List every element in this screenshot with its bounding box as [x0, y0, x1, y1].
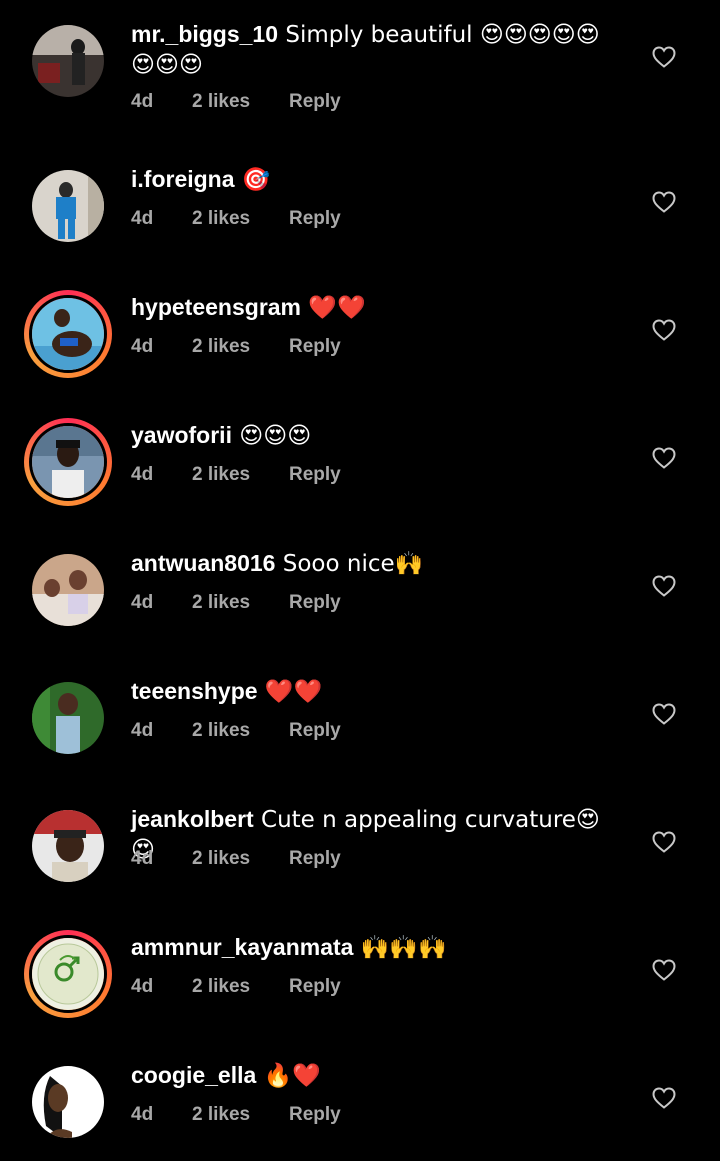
comment-item: hypeteensgram ❤️❤️ 4d 2 likes Reply	[0, 273, 720, 383]
comments-list: mr._biggs_10 Simply beautiful 😍😍😍😍😍😍😍😍 4…	[0, 0, 720, 1161]
comment-likes[interactable]: 2 likes	[192, 464, 250, 486]
comment-time: 4d	[131, 720, 154, 741]
heart-outline-icon[interactable]	[652, 1087, 676, 1109]
comment-item: antwuan8016 Sooo nice🙌 4d 2 likes Reply	[0, 529, 720, 639]
avatar[interactable]	[32, 682, 104, 754]
comment-time: 4d	[131, 91, 154, 112]
avatar-image	[32, 938, 104, 1010]
comment-text: antwuan8016 Sooo nice🙌	[131, 549, 620, 579]
avatar[interactable]	[32, 1066, 104, 1138]
comment-time: 4d	[131, 464, 154, 485]
comment-time: 4d	[131, 592, 154, 613]
comment-body: Sooo nice🙌	[275, 551, 424, 577]
reply-button[interactable]: Reply	[289, 464, 341, 486]
comment-body: ❤️❤️	[301, 295, 366, 321]
heart-outline-icon[interactable]	[652, 319, 676, 341]
comment-text: teeenshype ❤️❤️	[131, 677, 620, 707]
avatar[interactable]	[24, 930, 112, 1018]
comment-body: 😍😍😍	[231, 423, 312, 449]
comment-time: 4d	[131, 848, 154, 869]
comment-item: teeenshype ❤️❤️ 4d 2 likes Reply	[0, 657, 720, 767]
comment-likes[interactable]: 2 likes	[192, 208, 250, 230]
comment-username[interactable]: coogie_ella	[131, 1062, 256, 1088]
avatar[interactable]	[32, 810, 104, 882]
comment-item: coogie_ella 🔥❤️ 4d 2 likes Reply	[0, 1041, 720, 1151]
comment-likes[interactable]: 2 likes	[192, 976, 250, 998]
comment-username[interactable]: antwuan8016	[131, 550, 275, 576]
reply-button[interactable]: Reply	[289, 336, 341, 358]
avatar-image	[32, 170, 104, 242]
comment-time: 4d	[131, 976, 154, 997]
comment-likes[interactable]: 2 likes	[192, 720, 250, 742]
reply-button[interactable]: Reply	[289, 91, 341, 113]
avatar[interactable]	[32, 25, 104, 97]
heart-outline-icon[interactable]	[652, 703, 676, 725]
comment-likes[interactable]: 2 likes	[192, 1104, 250, 1126]
comment-item: i.foreigna 🎯 4d 2 likes Reply	[0, 145, 720, 255]
comment-body: 🔥❤️	[256, 1063, 321, 1089]
comment-likes[interactable]: 2 likes	[192, 592, 250, 614]
comment-body: 🙌🙌🙌	[353, 935, 447, 961]
avatar-image	[32, 298, 104, 370]
comment-text: yawoforii 😍😍😍	[131, 421, 620, 451]
comment-item: jeankolbert Cute n appealing curvature😍😍…	[0, 785, 720, 895]
avatar-image	[32, 1066, 104, 1138]
avatar-image	[32, 426, 104, 498]
reply-button[interactable]: Reply	[289, 976, 341, 998]
reply-button[interactable]: Reply	[289, 592, 341, 614]
reply-button[interactable]: Reply	[289, 208, 341, 230]
heart-outline-icon[interactable]	[652, 575, 676, 597]
comment-time: 4d	[131, 208, 154, 229]
heart-outline-icon[interactable]	[652, 191, 676, 213]
comment-item: mr._biggs_10 Simply beautiful 😍😍😍😍😍😍😍😍 4…	[0, 0, 720, 113]
heart-outline-icon[interactable]	[652, 46, 676, 68]
comment-username[interactable]: teeenshype	[131, 678, 258, 704]
avatar-image	[32, 554, 104, 626]
comment-username[interactable]: mr._biggs_10	[131, 21, 278, 47]
comment-text: mr._biggs_10 Simply beautiful 😍😍😍😍😍😍😍😍	[131, 20, 620, 80]
avatar[interactable]	[32, 170, 104, 242]
comment-text: hypeteensgram ❤️❤️	[131, 293, 620, 323]
reply-button[interactable]: Reply	[289, 848, 341, 870]
comment-username[interactable]: hypeteensgram	[131, 294, 301, 320]
comment-text: i.foreigna 🎯	[131, 165, 620, 195]
comment-username[interactable]: ammnur_kayanmata	[131, 934, 353, 960]
heart-outline-icon[interactable]	[652, 447, 676, 469]
comment-body: 🎯	[234, 167, 271, 193]
comment-username[interactable]: i.foreigna	[131, 166, 235, 192]
avatar-image	[32, 810, 104, 882]
comment-item: yawoforii 😍😍😍 4d 2 likes Reply	[0, 401, 720, 511]
avatar-image	[32, 682, 104, 754]
comment-username[interactable]: yawoforii	[131, 422, 232, 448]
comment-time: 4d	[131, 336, 154, 357]
avatar[interactable]	[24, 418, 112, 506]
comment-text: ammnur_kayanmata 🙌🙌🙌	[131, 933, 620, 963]
heart-outline-icon[interactable]	[652, 831, 676, 853]
avatar-image	[32, 25, 104, 97]
comment-likes[interactable]: 2 likes	[192, 848, 250, 870]
comment-likes[interactable]: 2 likes	[192, 336, 250, 358]
comment-time: 4d	[131, 1104, 154, 1125]
reply-button[interactable]: Reply	[289, 1104, 341, 1126]
comment-likes[interactable]: 2 likes	[192, 91, 250, 113]
comment-text: coogie_ella 🔥❤️	[131, 1061, 620, 1091]
heart-outline-icon[interactable]	[652, 959, 676, 981]
avatar[interactable]	[24, 290, 112, 378]
comment-username[interactable]: jeankolbert	[131, 806, 254, 832]
comment-item: ammnur_kayanmata 🙌🙌🙌 4d 2 likes Reply	[0, 913, 720, 1023]
comment-body: ❤️❤️	[257, 679, 323, 705]
avatar[interactable]	[32, 554, 104, 626]
reply-button[interactable]: Reply	[289, 720, 341, 742]
